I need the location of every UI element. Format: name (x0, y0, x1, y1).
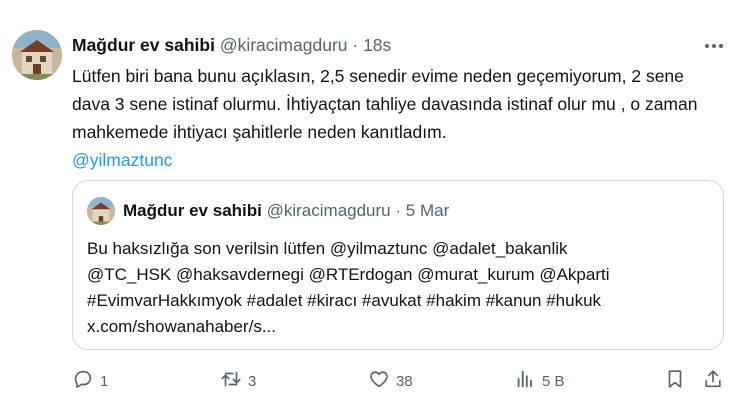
views-icon (514, 368, 536, 394)
quoted-separator: · (395, 201, 402, 220)
bookmark-icon (664, 368, 686, 394)
repost-button[interactable]: 3 (220, 368, 256, 394)
repost-count: 3 (248, 372, 257, 390)
mention-link[interactable]: @yilmaztunc (72, 150, 172, 170)
views-count: 5 B (542, 372, 565, 390)
reply-button[interactable]: 1 (72, 368, 108, 394)
like-button[interactable]: 38 (368, 368, 413, 394)
tweet[interactable]: Mağdur ev sahibi @kiracimagduru · 18s Lü… (0, 0, 730, 420)
action-bar: 1 3 38 5 B (72, 368, 722, 394)
separator: · (352, 35, 359, 55)
repost-icon (220, 368, 242, 394)
quoted-line: Bu haksızlığa son verilsin lütfen @yilma… (87, 239, 568, 258)
like-icon (368, 368, 390, 394)
display-name[interactable]: Mağdur ev sahibi (72, 35, 215, 55)
quoted-avatar (87, 197, 115, 225)
bookmark-button[interactable] (664, 368, 686, 394)
reply-icon (72, 368, 94, 394)
share-icon (702, 368, 724, 394)
quoted-date: 5 Mar (405, 201, 450, 220)
more-icon[interactable] (702, 36, 726, 56)
views-button[interactable]: 5 B (514, 368, 565, 394)
quoted-tweet[interactable]: Mağdur ev sahibi @kiracimagduru · 5 Mar … (72, 180, 724, 350)
quoted-handle: @kiracimagduru (266, 201, 391, 220)
quoted-header: Mağdur ev sahibi @kiracimagduru · 5 Mar (123, 199, 449, 223)
share-button[interactable] (702, 368, 724, 394)
quoted-line: x.com/showanahaber/s... (87, 317, 276, 336)
quoted-text: Bu haksızlığa son verilsin lütfen @yilma… (87, 236, 712, 340)
tweet-body: Lütfen biri bana bunu açıklasın, 2,5 sen… (72, 66, 698, 142)
quoted-line: @TC_HSK @haksavdernegi @RTErdogan @murat… (87, 265, 610, 284)
timestamp[interactable]: 18s (363, 35, 391, 55)
user-handle[interactable]: @kiracimagduru (220, 35, 348, 55)
avatar[interactable] (12, 30, 62, 80)
like-count: 38 (396, 372, 413, 390)
quoted-line: #EvimvarHakkımyok #adalet #kiracı #avuka… (87, 291, 602, 310)
reply-count: 1 (100, 372, 109, 390)
tweet-header: Mağdur ev sahibi @kiracimagduru · 18s (72, 33, 720, 57)
tweet-text: Lütfen biri bana bunu açıklasın, 2,5 sen… (72, 62, 722, 174)
quoted-display-name: Mağdur ev sahibi (123, 201, 262, 220)
